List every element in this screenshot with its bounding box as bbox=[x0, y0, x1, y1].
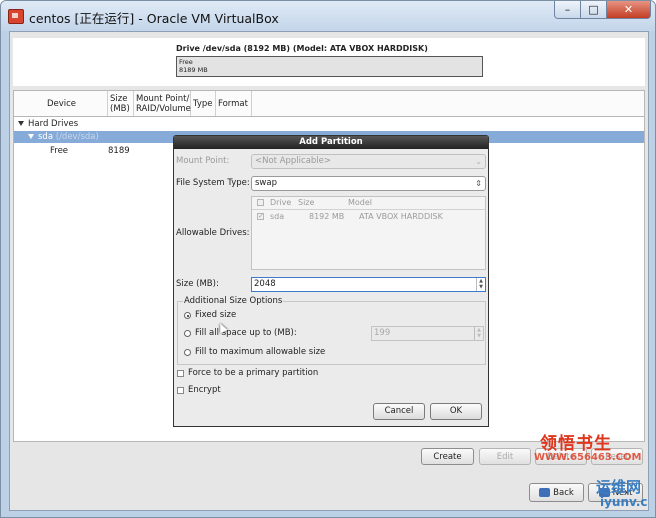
fill-up-to-spinbox[interactable]: 199 ▲ ▼ bbox=[371, 326, 484, 341]
back-arrow-icon bbox=[539, 488, 551, 497]
add-partition-dialog[interactable]: Add Partition Mount Point: <Not Applicab… bbox=[173, 135, 489, 427]
size-options-group: Additional Size Options Fixed size Fill … bbox=[177, 296, 486, 365]
force-primary-option[interactable]: Force to be a primary partition bbox=[177, 368, 318, 379]
cancel-button[interactable]: Cancel bbox=[373, 403, 425, 420]
allowable-drives-label: Allowable Drives: bbox=[176, 228, 250, 238]
drive-title: Drive /dev/sda (8192 MB) (Model: ATA VBO… bbox=[176, 44, 428, 53]
back-button[interactable]: Back bbox=[529, 483, 584, 502]
fs-type-value: swap bbox=[255, 178, 277, 188]
expander-icon[interactable] bbox=[18, 121, 24, 126]
allowable-drives-list[interactable]: Drive Size Model ✓ sda 8192 MB ATA VBOX … bbox=[251, 196, 486, 270]
encrypt-option[interactable]: Encrypt bbox=[177, 385, 221, 396]
mount-point-combo[interactable]: <Not Applicable> ⌄ bbox=[251, 154, 486, 169]
drive-row-model: ATA VBOX HARDDISK bbox=[359, 212, 443, 221]
col-type[interactable]: Type bbox=[191, 91, 216, 116]
ok-button[interactable]: OK bbox=[430, 403, 482, 420]
disk-label: sda bbox=[38, 132, 54, 142]
window-title: centos [正在运行] - Oracle VM VirtualBox bbox=[29, 11, 279, 26]
minimize-button[interactable]: – bbox=[554, 1, 581, 19]
size-label: Size (MB): bbox=[176, 279, 219, 289]
vm-screen[interactable]: Drive /dev/sda (8192 MB) (Model: ATA VBO… bbox=[9, 31, 649, 511]
spin-arrows-icon[interactable]: ▲ ▼ bbox=[476, 278, 485, 291]
size-value: 2048 bbox=[254, 279, 276, 289]
drive-bar-label: Free bbox=[179, 58, 193, 66]
drives-col-size: Size bbox=[298, 198, 315, 207]
next-arrow-icon bbox=[598, 488, 610, 497]
col-size[interactable]: Size (MB) bbox=[108, 91, 134, 116]
col-device[interactable]: Device bbox=[14, 91, 108, 116]
chevron-down-icon: ⌄ bbox=[475, 157, 482, 166]
free-label: Free bbox=[50, 146, 69, 156]
minimize-icon: – bbox=[564, 3, 571, 16]
option-fixed-size[interactable]: Fixed size bbox=[184, 310, 236, 321]
size-spinbox[interactable]: 2048 ▲ ▼ bbox=[251, 277, 486, 292]
radio-fill-max[interactable] bbox=[184, 349, 191, 356]
maximize-button[interactable]: □ bbox=[581, 1, 607, 19]
expander-icon[interactable] bbox=[28, 134, 34, 139]
drive-row-size: 8192 MB bbox=[309, 212, 345, 221]
window-frame: centos [正在运行] - Oracle VM VirtualBox – □… bbox=[0, 0, 656, 518]
option-fill-max[interactable]: Fill to maximum allowable size bbox=[184, 347, 325, 358]
free-size: 8189 bbox=[108, 146, 130, 156]
size-options-title: Additional Size Options bbox=[183, 296, 284, 307]
spin-arrows-icon: ▲ ▼ bbox=[474, 327, 483, 340]
encrypt-checkbox[interactable] bbox=[177, 387, 184, 394]
force-primary-checkbox[interactable] bbox=[177, 370, 184, 377]
tree-row-hard-drives[interactable]: Hard Drives bbox=[14, 118, 644, 130]
col-mount-point[interactable]: Mount Point/ RAID/Volume bbox=[134, 91, 191, 116]
drives-list-header: Drive Size Model bbox=[252, 197, 485, 210]
mount-point-label: Mount Point: bbox=[176, 156, 230, 166]
drives-col-drive: Drive bbox=[270, 198, 292, 207]
col-format[interactable]: Format bbox=[216, 91, 252, 116]
hard-drives-label: Hard Drives bbox=[28, 119, 79, 129]
dialog-title[interactable]: Add Partition bbox=[174, 136, 488, 149]
close-icon: ✕ bbox=[623, 3, 634, 16]
edit-button[interactable]: Edit bbox=[479, 448, 531, 465]
fs-type-combo[interactable]: swap ⇕ bbox=[251, 176, 486, 191]
next-button[interactable]: Next bbox=[588, 483, 643, 502]
drives-col-model: Model bbox=[348, 198, 373, 207]
drive-row-sda[interactable]: ✓ sda 8192 MB ATA VBOX HARDDISK bbox=[252, 211, 485, 223]
option-fill-up-to[interactable]: Fill all space up to (MB): bbox=[184, 328, 297, 339]
fs-type-label: File System Type: bbox=[176, 178, 250, 188]
create-button[interactable]: Create bbox=[421, 448, 474, 465]
fill-up-to-value: 199 bbox=[374, 328, 391, 338]
updown-icon: ⇕ bbox=[475, 179, 482, 188]
checkbox-icon bbox=[257, 199, 264, 206]
mount-point-value: <Not Applicable> bbox=[255, 156, 332, 166]
maximize-icon: □ bbox=[588, 3, 599, 16]
table-header: Device Size (MB) Mount Point/ RAID/Volum… bbox=[14, 91, 644, 117]
virtualbox-app-icon bbox=[8, 9, 24, 24]
reset-button[interactable]: Reset bbox=[591, 448, 643, 465]
close-button[interactable]: ✕ bbox=[607, 1, 651, 19]
window-controls: – □ ✕ bbox=[554, 1, 651, 20]
delete-button[interactable]: Delete bbox=[535, 448, 587, 465]
radio-fill-up-to[interactable] bbox=[184, 330, 191, 337]
drive-summary: Drive /dev/sda (8192 MB) (Model: ATA VBO… bbox=[13, 38, 645, 86]
drive-row-name: sda bbox=[270, 212, 285, 221]
checkmark-icon: ✓ bbox=[257, 212, 264, 220]
drive-bar-size: 8189 MB bbox=[179, 66, 208, 74]
disk-path: (/dev/sda) bbox=[55, 132, 99, 142]
title-bar[interactable]: centos [正在运行] - Oracle VM VirtualBox – □… bbox=[1, 1, 655, 31]
radio-fixed[interactable] bbox=[184, 312, 191, 319]
drive-usage-bar: Free 8189 MB bbox=[176, 56, 483, 77]
